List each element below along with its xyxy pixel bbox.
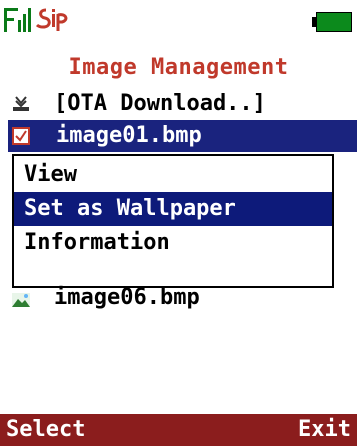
status-bar (0, 0, 357, 40)
download-icon (13, 96, 29, 111)
checkbox-checked-icon (12, 127, 30, 145)
list-item[interactable]: image06.bmp (8, 282, 357, 314)
softkey-bar: Select Exit (0, 414, 357, 446)
context-menu: View Set as Wallpaper Information (12, 154, 334, 288)
page-title: Image Management (0, 52, 357, 84)
list-item-label: image06.bmp (54, 285, 200, 310)
signal-strength-icon (4, 8, 31, 32)
list-item[interactable]: [OTA Download..] (8, 88, 357, 120)
list-item-label: image01.bmp (56, 123, 202, 148)
menu-item-label: Information (24, 230, 170, 255)
sip-logo-icon (36, 8, 68, 31)
menu-item-set-as-wallpaper[interactable]: Set as Wallpaper (14, 192, 332, 226)
list-item-selected[interactable]: image01.bmp (8, 120, 357, 152)
select-softkey[interactable]: Select (6, 414, 85, 446)
menu-item-label: View (24, 162, 77, 187)
menu-item-label: Set as Wallpaper (24, 196, 236, 221)
menu-item-information[interactable]: Information (14, 226, 332, 260)
battery-level (316, 12, 352, 32)
exit-softkey[interactable]: Exit (298, 414, 351, 446)
image-icon (12, 293, 30, 307)
list-item-label: [OTA Download..] (54, 91, 266, 116)
battery-icon (312, 12, 354, 32)
menu-item-view[interactable]: View (14, 158, 332, 192)
